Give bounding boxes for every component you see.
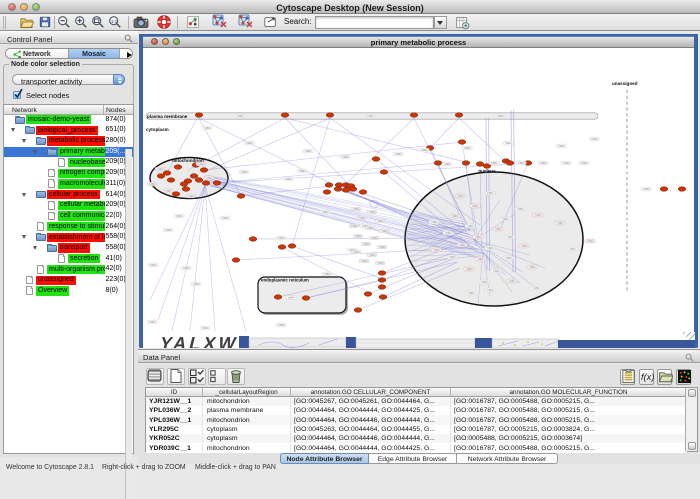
- svg-text:Ydl04: Ydl04: [540, 161, 547, 165]
- svg-text:Ydl04: Ydl04: [505, 256, 512, 260]
- svg-text:Ydl04: Ydl04: [324, 272, 331, 276]
- svg-text:1:1: 1:1: [111, 19, 118, 24]
- svg-text:Ydl04: Ydl04: [222, 216, 229, 220]
- svg-text:Ydl04: Ydl04: [517, 207, 524, 211]
- svg-text:Ydl04: Ydl04: [322, 210, 329, 214]
- svg-text:Ydl04: Ydl04: [377, 219, 384, 223]
- svg-text:plasma membrane: plasma membrane: [147, 114, 188, 119]
- svg-text:Ydl04: Ydl04: [157, 167, 164, 171]
- svg-text:Ydl04: Ydl04: [477, 257, 484, 261]
- svg-text:Ydl04: Ydl04: [507, 235, 514, 239]
- svg-text:Ydl04: Ydl04: [176, 214, 183, 218]
- svg-text:Ydl04: Ydl04: [569, 247, 576, 251]
- svg-text:Ydl04: Ydl04: [587, 239, 594, 243]
- svg-text:Ydl04: Ydl04: [467, 224, 474, 228]
- svg-text:Ydl04: Ydl04: [202, 326, 209, 330]
- svg-text:Ydl04: Ydl04: [206, 176, 213, 180]
- svg-text:Ydl04: Ydl04: [431, 220, 438, 224]
- svg-text:Ydl04: Ydl04: [165, 228, 172, 232]
- svg-text:Ydl04: Ydl04: [353, 207, 360, 211]
- svg-text:Ydl04: Ydl04: [379, 245, 386, 249]
- svg-text:Ydl04: Ydl04: [377, 261, 384, 265]
- svg-text:Ydl04: Ydl04: [487, 191, 494, 195]
- svg-text:Ydl04: Ydl04: [505, 141, 512, 145]
- svg-text:Ydl04: Ydl04: [433, 248, 440, 252]
- svg-text:Ydl04: Ydl04: [305, 149, 312, 153]
- svg-text:Ydl04: Ydl04: [591, 137, 598, 141]
- svg-text:Ydl04: Ydl04: [381, 229, 388, 233]
- svg-text:Ydl04: Ydl04: [371, 236, 378, 240]
- svg-text:Ydl04: Ydl04: [535, 213, 542, 217]
- svg-text:Ydl04: Ydl04: [363, 242, 370, 246]
- svg-text:Ydl04: Ydl04: [557, 221, 564, 225]
- svg-text:Ydl04: Ydl04: [475, 235, 482, 239]
- svg-text:Ydl04: Ydl04: [466, 267, 473, 271]
- svg-text:Ydl04: Ydl04: [464, 146, 471, 150]
- svg-text:Ydl04: Ydl04: [487, 288, 494, 292]
- svg-text:YALXW: YALXW: [157, 333, 240, 348]
- svg-text:Ydl04: Ydl04: [529, 265, 536, 269]
- svg-text:unassigned: unassigned: [612, 81, 638, 86]
- svg-text:Ydl04: Ydl04: [457, 194, 464, 198]
- svg-text:Ydl04: Ydl04: [204, 126, 211, 130]
- svg-text:Ydl04: Ydl04: [493, 269, 500, 273]
- svg-text:Ydl04: Ydl04: [449, 255, 456, 259]
- svg-text:Ydl04: Ydl04: [521, 244, 528, 248]
- svg-text:Ydl04: Ydl04: [518, 161, 525, 165]
- svg-text:Ydl04: Ydl04: [533, 286, 540, 290]
- svg-text:Ydl04: Ydl04: [359, 216, 366, 220]
- svg-text:Ydl04: Ydl04: [563, 161, 570, 165]
- svg-text:Ydl04: Ydl04: [288, 296, 295, 300]
- svg-text:Ydl04: Ydl04: [558, 144, 565, 148]
- svg-text:Ydl04: Ydl04: [487, 246, 494, 250]
- svg-text:Ydl04: Ydl04: [299, 169, 306, 173]
- svg-text:Ydl04: Ydl04: [367, 114, 374, 118]
- svg-text:Ydl04: Ydl04: [165, 189, 172, 193]
- svg-text:Ydl04: Ydl04: [278, 236, 285, 240]
- svg-text:nucleus: nucleus: [478, 169, 496, 174]
- svg-text:Ydl04: Ydl04: [491, 161, 498, 165]
- svg-text:Ydl04: Ydl04: [237, 114, 244, 118]
- svg-text:Ydl04: Ydl04: [246, 141, 253, 145]
- svg-text:Ydl04: Ydl04: [444, 162, 451, 166]
- svg-text:Ydl04: Ydl04: [149, 182, 156, 186]
- svg-text:Ydl04: Ydl04: [150, 263, 157, 267]
- svg-text:Ydl04: Ydl04: [285, 177, 292, 181]
- svg-text:endoplasmic reticulum: endoplasmic reticulum: [261, 278, 309, 283]
- svg-text:Ydl04: Ydl04: [509, 279, 516, 283]
- svg-text:Ydl04: Ydl04: [497, 114, 504, 118]
- svg-text:Ydl04: Ydl04: [241, 170, 248, 174]
- svg-text:Ydl04: Ydl04: [369, 210, 376, 214]
- svg-text:Ydl04: Ydl04: [421, 148, 428, 152]
- svg-text:Ydl04: Ydl04: [369, 253, 376, 257]
- svg-text:Ydl04: Ydl04: [495, 227, 502, 231]
- svg-text:Ydl04: Ydl04: [351, 224, 358, 228]
- svg-text:Ydl04: Ydl04: [395, 152, 402, 156]
- svg-text:Ydl04: Ydl04: [183, 266, 190, 270]
- svg-text:Ydl04: Ydl04: [502, 217, 509, 221]
- svg-text:Ydl04: Ydl04: [472, 204, 479, 208]
- svg-text:Ydl04: Ydl04: [342, 155, 349, 159]
- svg-text:Ydl04: Ydl04: [198, 162, 205, 166]
- svg-text:Ydl04: Ydl04: [193, 282, 200, 286]
- svg-text:f(x): f(x): [640, 372, 654, 382]
- svg-text:Ydl04: Ydl04: [452, 214, 459, 218]
- svg-text:Ydl04: Ydl04: [188, 194, 195, 198]
- svg-text:Ydl04: Ydl04: [468, 291, 475, 295]
- svg-text:Ydl04: Ydl04: [643, 187, 650, 191]
- svg-text:cytoplasm: cytoplasm: [146, 127, 169, 132]
- svg-text:Ydl04: Ydl04: [278, 323, 285, 327]
- svg-text:Ydl04: Ydl04: [367, 226, 374, 230]
- svg-text:Ydl04: Ydl04: [149, 320, 156, 324]
- svg-text:Ydl04: Ydl04: [361, 259, 368, 263]
- svg-text:Ydl04: Ydl04: [581, 161, 588, 165]
- svg-text:Ydl04: Ydl04: [459, 243, 466, 247]
- svg-text:Ydl04: Ydl04: [481, 280, 488, 284]
- svg-text:Ydl04: Ydl04: [353, 250, 360, 254]
- svg-text:Ydl04: Ydl04: [355, 234, 362, 238]
- svg-text:Ydl04: Ydl04: [445, 231, 452, 235]
